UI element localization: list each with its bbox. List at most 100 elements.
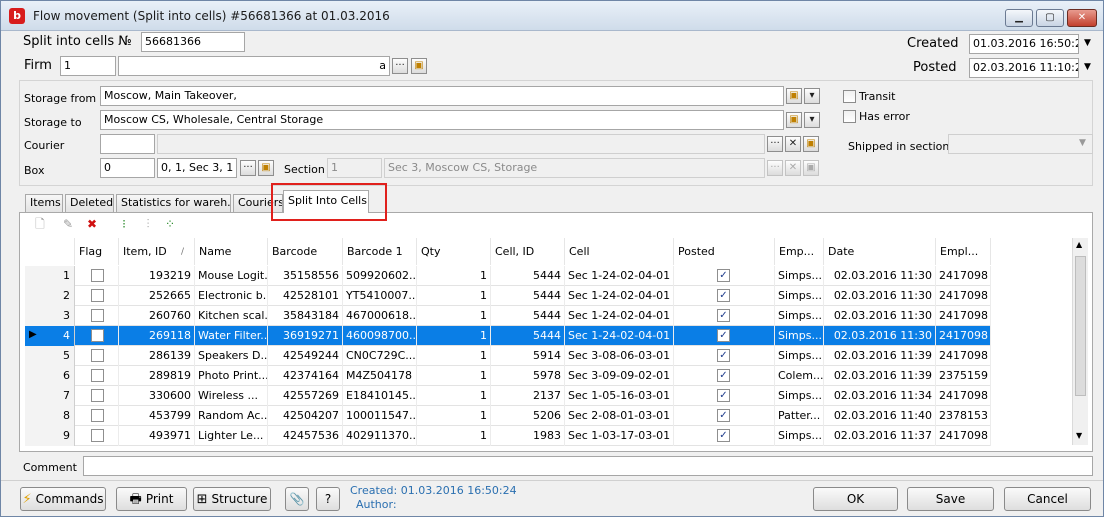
save-button[interactable]: Save bbox=[907, 487, 994, 511]
comment-label: Comment bbox=[23, 461, 77, 474]
storage-from-field[interactable]: Moscow, Main Takeover, bbox=[100, 86, 784, 106]
cancel-button[interactable]: Cancel bbox=[1004, 487, 1091, 511]
cell-date: 02.03.2016 11:39 bbox=[824, 346, 936, 366]
flag-checkbox[interactable] bbox=[91, 289, 104, 302]
transit-checkbox[interactable] bbox=[843, 90, 856, 103]
col-header-name[interactable]: Name bbox=[195, 238, 268, 265]
tab-deleted[interactable]: Deleted bbox=[65, 194, 114, 212]
col-header-posted[interactable]: Posted bbox=[674, 238, 775, 265]
col-header-barcode[interactable]: Barcode bbox=[268, 238, 343, 265]
created-field[interactable]: 01.03.2016 16:50:24 bbox=[969, 34, 1079, 54]
firm-name-field[interactable]: а bbox=[118, 56, 390, 76]
col-header-barcode1[interactable]: Barcode 1 bbox=[343, 238, 417, 265]
box-card-icon[interactable]: ▣ bbox=[258, 160, 274, 176]
delete-icon[interactable]: ✖ bbox=[83, 215, 101, 233]
row-header[interactable]: 9 bbox=[25, 426, 75, 446]
expand-icon[interactable]: ⁘ bbox=[161, 215, 179, 233]
scroll-down-icon[interactable]: ▼ bbox=[1076, 431, 1082, 440]
posted-checkbox[interactable]: ✓ bbox=[717, 289, 730, 302]
flag-checkbox[interactable] bbox=[91, 429, 104, 442]
row-header[interactable]: 8 bbox=[25, 406, 75, 426]
print-button[interactable]: 🖶 Print bbox=[116, 487, 187, 511]
flag-checkbox[interactable] bbox=[91, 389, 104, 402]
structure-button[interactable]: ⊞ Structure bbox=[193, 487, 271, 511]
posted-field[interactable]: 02.03.2016 11:10:27 bbox=[969, 58, 1079, 78]
table-row[interactable]: 252665 Electronic b... 42528101 YT5410007..… bbox=[75, 286, 991, 306]
created-dropdown-icon[interactable]: ▼ bbox=[1084, 38, 1091, 48]
table-row[interactable]: 260760 Kitchen scal... 35843184 467000618..… bbox=[75, 306, 991, 326]
scroll-thumb[interactable] bbox=[1075, 256, 1086, 396]
posted-checkbox[interactable]: ✓ bbox=[717, 429, 730, 442]
posted-checkbox[interactable]: ✓ bbox=[717, 369, 730, 382]
col-header-cell[interactable]: Cell bbox=[565, 238, 674, 265]
box-id-field[interactable]: 0 bbox=[100, 158, 155, 178]
flag-checkbox[interactable] bbox=[91, 409, 104, 422]
table-row[interactable]: 286139 Speakers D... 42549244 CN0C729C... 1 5… bbox=[75, 346, 991, 366]
attach-button[interactable]: 📎 bbox=[285, 487, 309, 511]
col-header-date[interactable]: Date bbox=[824, 238, 936, 265]
ok-button[interactable]: OK bbox=[813, 487, 898, 511]
courier-card-icon[interactable]: ▣ bbox=[803, 136, 819, 152]
minimize-button[interactable]: ▁ bbox=[1005, 9, 1033, 27]
tab-statistics[interactable]: Statistics for wareh... bbox=[116, 194, 231, 212]
table-row[interactable]: 269118 Water Filter... 36919271 460098700..… bbox=[75, 326, 991, 346]
posted-checkbox[interactable]: ✓ bbox=[717, 309, 730, 322]
maximize-button[interactable]: ▢ bbox=[1036, 9, 1064, 27]
box-browse-button[interactable]: ··· bbox=[240, 160, 256, 176]
row-header[interactable]: 6 bbox=[25, 366, 75, 386]
firm-card-icon[interactable]: ▣ bbox=[411, 58, 427, 74]
table-row[interactable]: 289819 Photo Print... 42374164 M4Z504178 1 59… bbox=[75, 366, 991, 386]
row-header[interactable]: 1 bbox=[25, 266, 75, 286]
posted-checkbox[interactable]: ✓ bbox=[717, 329, 730, 342]
storage-from-dropdown-icon[interactable]: ▾ bbox=[804, 88, 820, 104]
flag-checkbox[interactable] bbox=[91, 269, 104, 282]
new-doc-icon[interactable]: 🗋 bbox=[31, 215, 49, 233]
scroll-up-icon[interactable]: ▲ bbox=[1076, 240, 1082, 249]
courier-browse-button[interactable]: ··· bbox=[767, 136, 783, 152]
tab-items[interactable]: Items bbox=[25, 194, 63, 212]
courier-clear-icon[interactable]: ✕ bbox=[785, 136, 801, 152]
close-button[interactable]: ✕ bbox=[1067, 9, 1097, 27]
col-header-qty[interactable]: Qty bbox=[417, 238, 491, 265]
firm-browse-button[interactable]: ··· bbox=[392, 58, 408, 74]
flag-checkbox[interactable] bbox=[91, 369, 104, 382]
storage-from-card-icon[interactable]: ▣ bbox=[786, 88, 802, 104]
posted-checkbox[interactable]: ✓ bbox=[717, 269, 730, 282]
filter-icon[interactable]: ⫶ bbox=[139, 215, 157, 233]
split-number-field[interactable]: 56681366 bbox=[141, 32, 245, 52]
posted-checkbox[interactable]: ✓ bbox=[717, 409, 730, 422]
table-row[interactable]: 330600 Wireless ... 42557269 E18410145... 1 2… bbox=[75, 386, 991, 406]
storage-to-field[interactable]: Moscow CS, Wholesale, Central Storage bbox=[100, 110, 784, 130]
posted-checkbox[interactable]: ✓ bbox=[717, 349, 730, 362]
row-header[interactable]: 3 bbox=[25, 306, 75, 326]
flag-checkbox[interactable] bbox=[91, 329, 104, 342]
commands-button[interactable]: ⚡ Commands bbox=[20, 487, 106, 511]
row-header[interactable]: 7 bbox=[25, 386, 75, 406]
firm-id-field[interactable]: 1 bbox=[60, 56, 116, 76]
vertical-scrollbar[interactable]: ▲ ▼ bbox=[1072, 238, 1088, 445]
row-header[interactable]: ▶ 4 bbox=[25, 326, 75, 346]
row-header[interactable]: 5 bbox=[25, 346, 75, 366]
flag-checkbox[interactable] bbox=[91, 349, 104, 362]
table-row[interactable]: 453799 Random Ac... 42504207 100011547... 1 5… bbox=[75, 406, 991, 426]
storage-to-dropdown-icon[interactable]: ▾ bbox=[804, 112, 820, 128]
posted-dropdown-icon[interactable]: ▼ bbox=[1084, 62, 1091, 72]
has-error-checkbox[interactable] bbox=[843, 110, 856, 123]
cell-date: 02.03.2016 11:34 bbox=[824, 386, 936, 406]
table-row[interactable]: 493971 Lighter Le... 42457536 402911370... 1… bbox=[75, 426, 991, 446]
storage-to-card-icon[interactable]: ▣ bbox=[786, 112, 802, 128]
col-header-emp[interactable]: Emp... bbox=[775, 238, 824, 265]
box-cell-field[interactable]: 0, 1, Sec 3, 1 bbox=[157, 158, 237, 178]
tree-icon[interactable]: ⁝ bbox=[115, 215, 133, 233]
row-header[interactable]: 2 bbox=[25, 286, 75, 306]
edit-icon[interactable]: ✎ bbox=[59, 215, 77, 233]
posted-checkbox[interactable]: ✓ bbox=[717, 389, 730, 402]
table-row[interactable]: 193219 Mouse Logit... 35158556 509920602...… bbox=[75, 266, 991, 286]
col-header-cell-id[interactable]: Cell, ID bbox=[491, 238, 565, 265]
help-button[interactable]: ? bbox=[316, 487, 340, 511]
flag-checkbox[interactable] bbox=[91, 309, 104, 322]
courier-id-field[interactable] bbox=[100, 134, 155, 154]
col-header-empl[interactable]: Empl... bbox=[936, 238, 991, 265]
col-header-flag[interactable]: Flag bbox=[75, 238, 119, 265]
comment-field[interactable] bbox=[83, 456, 1093, 476]
